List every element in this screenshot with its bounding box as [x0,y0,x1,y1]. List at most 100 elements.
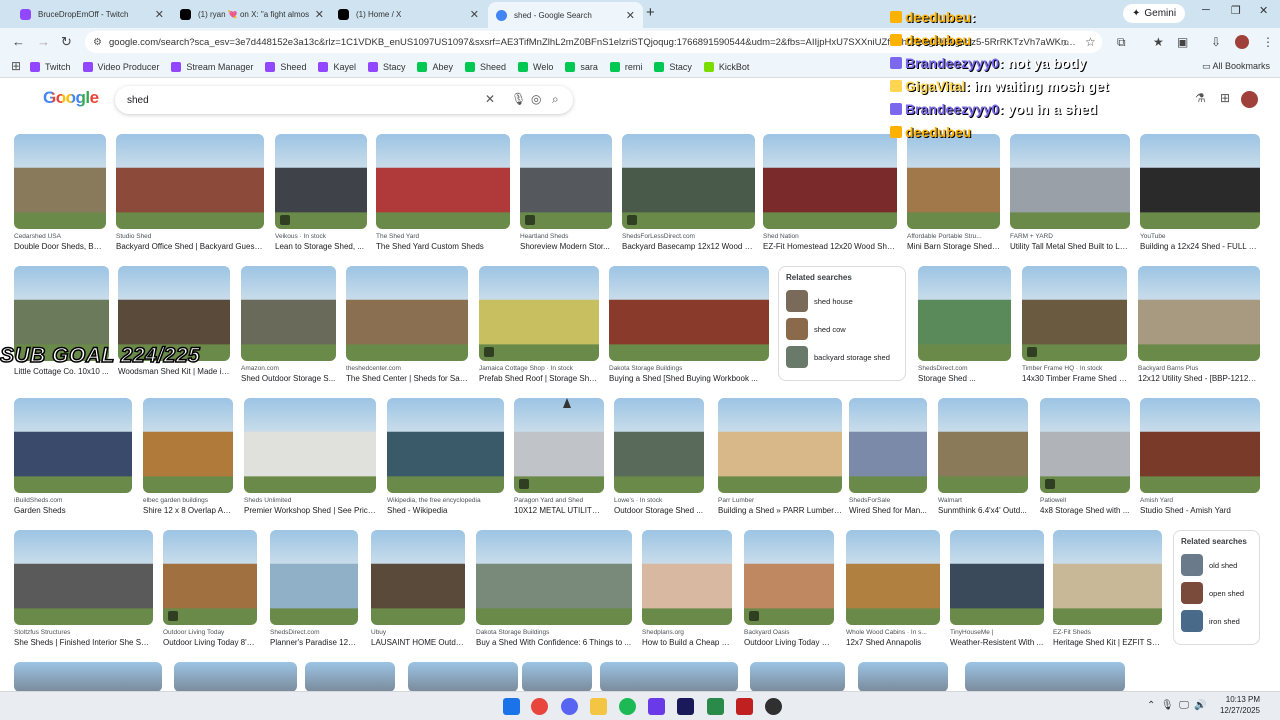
shed-thumbnail-image[interactable] [965,662,1125,691]
image-result-card[interactable]: ShedsDirect.com Planner's Paradise 12x2..… [270,530,358,647]
result-source[interactable]: ShedsDirect.com [270,629,358,636]
shed-thumbnail-image[interactable] [163,530,257,625]
shed-thumbnail-image[interactable] [1022,266,1127,361]
system-tray[interactable]: ⌃ 🎙 🖵 🔊 [1147,700,1207,711]
result-title[interactable]: The Shed Center | Sheds for Sale... [346,374,468,383]
bookmark-item[interactable]: Video Producer [82,61,159,72]
discord-icon[interactable] [561,698,578,715]
result-title[interactable]: Double Door Sheds, Bac... [14,242,106,251]
result-title[interactable]: Buying a Shed [Shed Buying Workbook ... [609,374,769,383]
result-source[interactable]: Shed Nation [763,233,897,240]
image-result-card[interactable]: ShedsForLessDirect.com Backyard Basecamp … [622,134,755,251]
google-apps-icon[interactable]: ⊞ [1220,91,1230,105]
result-source[interactable]: Walmart [938,497,1028,504]
result-source[interactable]: The Shed Yard [376,233,510,240]
result-source[interactable]: Parr Lumber [718,497,842,504]
tab-google-search[interactable]: shed - Google Search ✕ [488,2,643,28]
result-source[interactable]: Paragon Yard and Shed [514,497,604,504]
related-search-item[interactable]: iron shed [1181,610,1252,632]
result-source[interactable]: Affordable Portable Stru... [907,233,1000,240]
shed-thumbnail-image[interactable] [116,134,264,229]
result-source[interactable]: Backyard Oasis [744,629,834,636]
shed-thumbnail-image[interactable] [858,662,948,691]
result-source[interactable]: Lowe's · In stock [614,497,704,504]
shed-thumbnail-image[interactable] [270,530,358,625]
image-result-card[interactable]: Patiowell 4x8 Storage Shed with ... [1040,398,1130,515]
result-title[interactable]: Premier Workshop Shed | See Price... [244,506,376,515]
shed-thumbnail-image[interactable] [14,530,153,625]
result-source[interactable]: Stoltzfus Structures [14,629,153,636]
image-result-card[interactable]: Studio Shed Backyard Office Shed | Backya… [116,134,264,251]
shed-thumbnail-image[interactable] [642,530,732,625]
file-explorer-icon[interactable] [590,698,607,715]
result-title[interactable]: The Shed Yard Custom Sheds [376,242,510,251]
related-search-item[interactable]: open shed [1181,582,1252,604]
result-title[interactable]: Shire 12 x 8 Overlap Ap... [143,506,233,515]
shed-thumbnail-image[interactable] [520,134,612,229]
voicemod-icon[interactable] [736,698,753,715]
result-title[interactable]: LAUSAINT HOME Outdo... [371,638,465,647]
shed-thumbnail-image[interactable] [143,398,233,493]
result-title[interactable]: Outdoor Storage Shed ... [614,506,704,515]
result-source[interactable]: FARM + YARD [1010,233,1130,240]
result-title[interactable]: Studio Shed - Amish Yard [1140,506,1260,515]
bookmark-item[interactable]: Sheed [465,61,506,72]
result-title[interactable]: Heritage Shed Kit | EZFIT She... [1053,638,1162,647]
close-icon[interactable]: ✕ [626,9,635,22]
result-source[interactable]: Cedarshed USA [14,233,106,240]
result-title[interactable]: Wired Shed for Man... [849,506,927,515]
shed-thumbnail-image[interactable] [408,662,518,691]
result-title[interactable]: Building a Shed » PARR Lumber ... [718,506,842,515]
result-title[interactable]: 12x7 Shed Annapolis [846,638,940,647]
maximize-icon[interactable]: ❐ [1231,4,1241,17]
result-source[interactable]: ShedsForLessDirect.com [622,233,755,240]
related-search-item[interactable]: backyard storage shed [786,346,898,368]
result-source[interactable]: Sheds Unlimited [244,497,376,504]
result-title[interactable]: Utility Tall Metal Shed Built to La... [1010,242,1130,251]
result-title[interactable]: 4x8 Storage Shed with ... [1040,506,1130,515]
bookmark-item[interactable]: Abey [417,61,453,72]
image-result-card[interactable]: FARM + YARD Utility Tall Metal Shed Built… [1010,134,1130,251]
forward-icon[interactable]: → [37,34,50,49]
site-info-icon[interactable]: ⚙ [93,37,102,48]
result-source[interactable]: Shedplans.org [642,629,732,636]
shed-thumbnail-image[interactable] [600,662,738,691]
shed-thumbnail-image[interactable] [479,266,599,361]
shed-thumbnail-image[interactable] [1010,134,1130,229]
image-result-card[interactable]: TinyHouseMe | Weather-Resistent With ... [950,530,1044,647]
shed-thumbnail-image[interactable] [849,398,927,493]
image-result-card[interactable]: Outdoor Living Today Outdoor Living Today… [163,530,257,647]
search-icon[interactable]: ⌕ [552,92,559,107]
shed-thumbnail-image[interactable] [950,530,1044,625]
result-title[interactable]: 14x30 Timber Frame Shed -... [1022,374,1127,383]
result-source[interactable]: iBuildSheds.com [14,497,132,504]
all-bookmarks-button[interactable]: ▭ All Bookmarks [1202,61,1270,72]
result-title[interactable]: Mini Barn Storage Shed ... [907,242,1000,251]
image-result-card[interactable]: Sheds Unlimited Premier Workshop Shed | S… [244,398,376,515]
labs-icon[interactable]: ⚗ [1195,91,1206,105]
account-avatar[interactable] [1241,91,1258,108]
shed-thumbnail-image[interactable] [174,662,297,691]
result-source[interactable]: Ubuy [371,629,465,636]
related-search-item[interactable]: old shed [1181,554,1252,576]
result-source[interactable]: theshedcenter.com [346,365,468,372]
bookmark-item[interactable]: Stream Manager [171,61,253,72]
menu-icon[interactable]: ⋮ [1262,35,1274,49]
result-source[interactable]: Studio Shed [116,233,264,240]
result-title[interactable]: EZ-Fit Homestead 12x20 Wood She... [763,242,897,251]
chrome-icon[interactable] [531,698,548,715]
close-icon[interactable]: ✕ [315,8,324,21]
image-result-card[interactable] [750,662,845,691]
bookmark-item[interactable]: KickBot [703,61,749,72]
shed-thumbnail-image[interactable] [387,398,504,493]
image-result-card[interactable]: Backyard Oasis Outdoor Living Today 12... [744,530,834,647]
result-source[interactable]: YouTube [1140,233,1260,240]
result-source[interactable]: Whole Wood Cabins · In s... [846,629,940,636]
shed-thumbnail-image[interactable] [744,530,834,625]
back-icon[interactable]: ← [12,34,25,49]
obs-icon[interactable] [765,698,782,715]
shed-thumbnail-image[interactable] [763,134,897,229]
image-result-card[interactable]: Whole Wood Cabins · In s... 12x7 Shed Ann… [846,530,940,647]
result-title[interactable]: Lean to Storage Shed, ... [275,242,367,251]
premiere-icon[interactable] [677,698,694,715]
